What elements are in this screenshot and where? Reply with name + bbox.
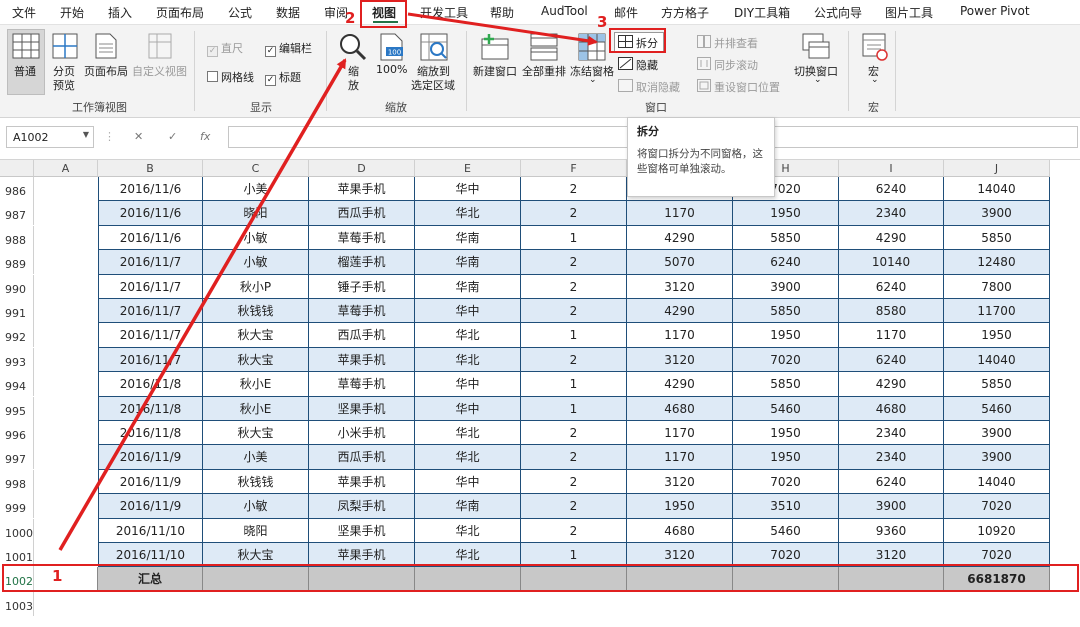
arrow-view-tab-to-split [407,12,598,46]
annotation-arrows [58,12,598,551]
arrow-step1-to-view-tab [58,58,347,551]
excel-window: 文件 开始 插入 页面布局 公式 数据 审阅 视图 开发工具 帮助 AudTool 邮件 方方格子 DIY… [0,0,1080,627]
